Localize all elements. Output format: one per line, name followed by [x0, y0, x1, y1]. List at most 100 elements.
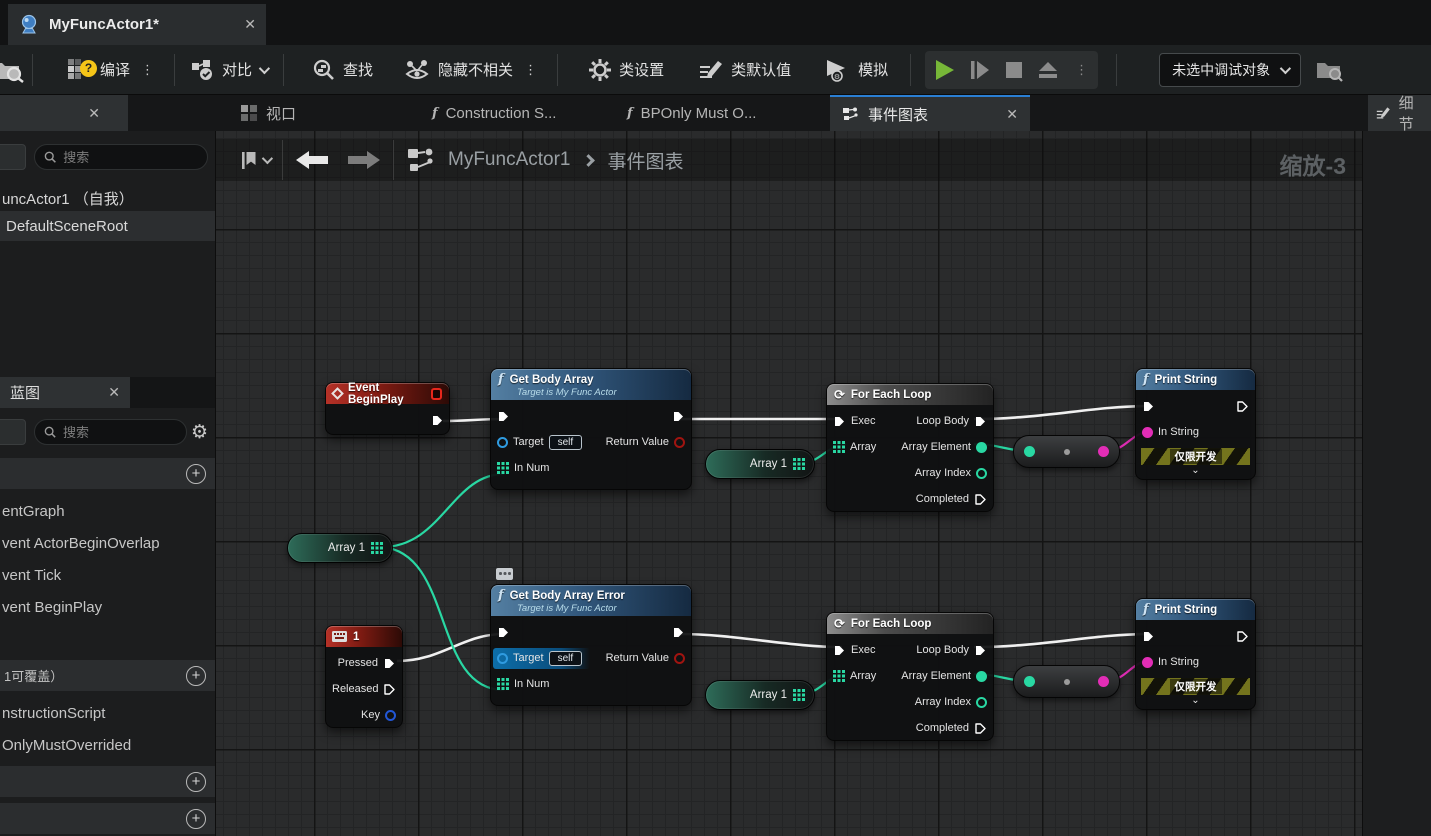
frame-skip-button[interactable]	[967, 57, 993, 83]
graph-item-tick[interactable]: vent Tick	[0, 560, 215, 590]
array-pin[interactable]	[497, 678, 509, 690]
loop-body-exec-pin[interactable]	[974, 644, 987, 657]
node-tostring-conversion-top[interactable]	[1013, 435, 1120, 468]
nav-back-arrow-icon[interactable]	[295, 150, 329, 170]
breadcrumb-current[interactable]: 事件图表	[607, 147, 683, 174]
component-item-default-scene-root[interactable]: DefaultSceneRoot	[0, 211, 215, 241]
diff-button[interactable]: 对比	[181, 52, 277, 88]
completed-exec-pin[interactable]	[974, 722, 987, 735]
components-tab-close-icon[interactable]: ✕	[88, 105, 100, 122]
graphs-section-header[interactable]: +	[0, 458, 215, 489]
components-search[interactable]	[34, 144, 208, 170]
tab-construction-script[interactable]: f Construction S...	[420, 95, 568, 131]
array-out-pin[interactable]	[793, 458, 805, 470]
node-get-body-array-error[interactable]: f Get Body Array Error Target is My Func …	[490, 584, 692, 706]
node-comment-bubble-icon[interactable]	[496, 568, 513, 580]
nav-forward-arrow-icon[interactable]	[347, 150, 381, 170]
bookmarks-button[interactable]	[242, 151, 274, 169]
target-self-value[interactable]: self	[548, 650, 583, 666]
conversion-in-pin[interactable]	[1024, 676, 1035, 687]
exec-in-pin[interactable]	[497, 410, 510, 423]
return-value-pin[interactable]	[674, 652, 685, 664]
node-foreach-loop-bottom[interactable]: ⟳ For Each Loop Exec Loop Body Array Arr…	[826, 612, 994, 741]
array-out-pin[interactable]	[371, 542, 383, 554]
add-macro-icon[interactable]: +	[186, 771, 206, 792]
array-out-pin[interactable]	[793, 689, 805, 701]
component-item-self[interactable]: uncActor1 （自我）	[0, 183, 215, 213]
loop-body-exec-pin[interactable]	[974, 415, 987, 428]
tab-event-graph[interactable]: 事件图表 ✕	[830, 95, 1030, 131]
node-key-event-1[interactable]: 1 Pressed Released Key	[325, 625, 403, 728]
exec-out-pin[interactable]	[431, 414, 444, 427]
debug-object-dropdown[interactable]: 未选中调试对象	[1159, 52, 1302, 87]
exec-out-pin[interactable]	[672, 410, 685, 423]
my-blueprint-tab[interactable]: 蓝图 ✕	[0, 377, 130, 408]
add-graph-icon[interactable]: +	[186, 463, 206, 484]
completed-exec-pin[interactable]	[974, 493, 987, 506]
browse-debug-object-icon[interactable]	[1315, 58, 1345, 82]
conversion-in-pin[interactable]	[1024, 446, 1035, 457]
asset-tab[interactable]: MyFuncActor1* ✕	[8, 4, 266, 45]
array-pin[interactable]	[833, 670, 845, 682]
components-search-input[interactable]	[63, 149, 198, 165]
play-button[interactable]	[931, 57, 957, 83]
class-settings-button[interactable]: 类设置	[578, 52, 674, 88]
array-pin[interactable]	[833, 441, 845, 453]
graph-item-eventgraph[interactable]: entGraph	[0, 496, 215, 526]
add-function-icon[interactable]: +	[186, 665, 206, 686]
function-item-constructionscript[interactable]: nstructionScript	[0, 698, 215, 728]
array-pin[interactable]	[497, 462, 509, 474]
pressed-exec-pin[interactable]	[383, 657, 396, 670]
node-array1-get-left[interactable]: Array 1	[287, 533, 393, 563]
my-blueprint-search-input[interactable]	[63, 424, 177, 440]
exec-in-pin[interactable]	[833, 415, 846, 428]
asset-tab-close-icon[interactable]: ✕	[244, 16, 256, 33]
macros-section-header[interactable]: +	[0, 766, 215, 797]
exec-in-pin[interactable]	[1142, 400, 1155, 413]
tab-bponly-must-overrided[interactable]: f BPOnly Must O...	[615, 95, 768, 131]
exec-in-pin[interactable]	[497, 626, 510, 639]
play-options-icon[interactable]: ⋮	[1071, 63, 1092, 76]
exec-in-pin[interactable]	[833, 644, 846, 657]
breadcrumb-root[interactable]: MyFuncActor1	[448, 149, 570, 171]
exec-out-pin[interactable]	[1236, 400, 1249, 413]
event-graph-canvas[interactable]: MyFuncActor1 事件图表 缩放-3 Event BeginPlay f…	[216, 131, 1362, 836]
released-exec-pin[interactable]	[383, 683, 396, 696]
node-array1-get-bottom[interactable]: Array 1	[705, 680, 815, 710]
node-print-string-top[interactable]: f Print String In String 仅限开发 ⌄	[1135, 368, 1256, 480]
conversion-out-pin[interactable]	[1098, 446, 1109, 457]
exec-out-pin[interactable]	[672, 626, 685, 639]
node-array1-get-top[interactable]: Array 1	[705, 449, 815, 479]
graph-item-actorbeginoverlap[interactable]: vent ActorBeginOverlap	[0, 528, 215, 558]
node-event-beginplay[interactable]: Event BeginPlay	[325, 382, 450, 435]
array-element-pin[interactable]	[976, 441, 987, 453]
blueprint-settings-gear-icon[interactable]: ⚙	[191, 421, 208, 444]
add-new-button[interactable]	[0, 419, 26, 445]
return-value-pin[interactable]	[674, 436, 685, 448]
eject-button[interactable]	[1035, 58, 1061, 82]
target-pin[interactable]	[497, 652, 508, 664]
add-component-button[interactable]	[0, 144, 26, 170]
key-struct-pin[interactable]	[385, 709, 396, 721]
hide-unrelated-button[interactable]: 隐藏不相关 ⋮	[393, 52, 551, 88]
simulate-button[interactable]: ⚙ 模拟	[813, 52, 898, 88]
array-element-pin[interactable]	[976, 670, 987, 682]
function-item-bponlymustoverrided[interactable]: OnlyMustOverrided	[0, 730, 215, 760]
target-self-value[interactable]: self	[548, 434, 583, 450]
tab-details[interactable]: 细节	[1368, 95, 1431, 133]
array-index-pin[interactable]	[976, 696, 987, 708]
graph-item-beginplay[interactable]: vent BeginPlay	[0, 592, 215, 622]
node-get-body-array[interactable]: f Get Body Array Target is My Func Actor …	[490, 368, 692, 490]
compile-button[interactable]: ? 编译 ⋮	[57, 52, 168, 88]
expand-chevron-icon[interactable]: ⌄	[1136, 465, 1255, 478]
find-button[interactable]: 查找	[302, 52, 383, 88]
browse-asset-icon[interactable]	[0, 57, 26, 83]
node-tostring-conversion-bottom[interactable]	[1013, 665, 1120, 698]
hide-unrelated-options-icon[interactable]: ⋮	[520, 63, 541, 76]
stop-button[interactable]	[1003, 59, 1025, 81]
array-index-pin[interactable]	[976, 467, 987, 479]
functions-section-header[interactable]: 1可覆盖） +	[0, 660, 215, 691]
exec-out-pin[interactable]	[1236, 630, 1249, 643]
expand-chevron-icon[interactable]: ⌄	[1136, 695, 1255, 708]
variables-section-header[interactable]: +	[0, 803, 215, 834]
